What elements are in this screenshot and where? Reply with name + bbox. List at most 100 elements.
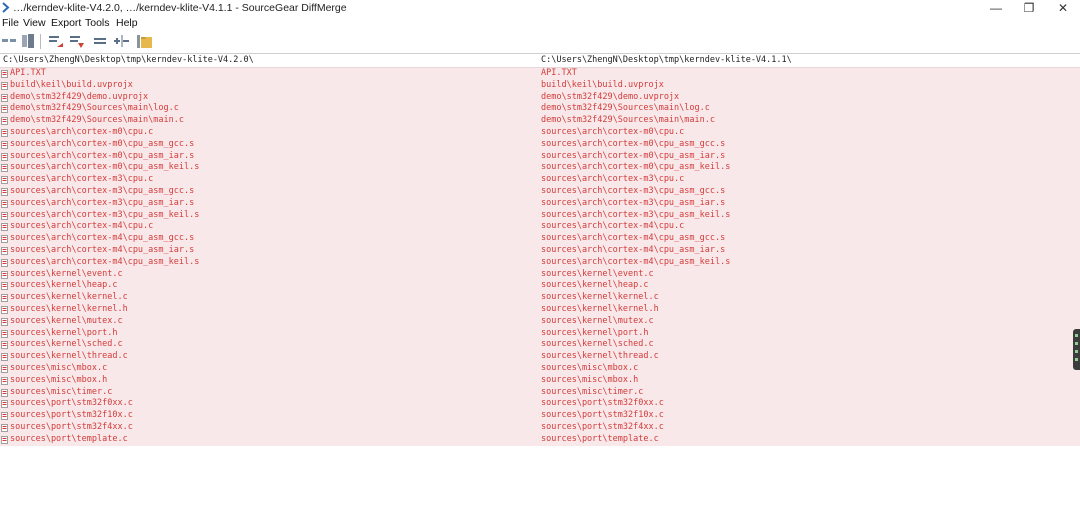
file-row[interactable]: sources\arch\cortex-m3\cpu_asm_iar.s [538, 198, 1080, 210]
file-row[interactable]: sources\arch\cortex-m4\cpu_asm_gcc.s [538, 233, 1080, 245]
file-path: sources\arch\cortex-m4\cpu.c [541, 221, 685, 232]
file-row[interactable]: sources\kernel\sched.c [0, 339, 538, 351]
compare-mode-icon[interactable] [1, 33, 17, 49]
file-path: sources\kernel\heap.c [10, 280, 118, 291]
file-row[interactable]: sources\arch\cortex-m3\cpu_asm_keil.s [0, 210, 538, 222]
file-row[interactable]: sources\arch\cortex-m3\cpu.c [538, 174, 1080, 186]
file-row[interactable]: sources\arch\cortex-m4\cpu_asm_gcc.s [0, 233, 538, 245]
file-row[interactable]: sources\arch\cortex-m3\cpu_asm_gcc.s [0, 186, 538, 198]
file-row[interactable]: sources\port\stm32f10x.c [0, 410, 538, 422]
file-diff-icon [1, 306, 8, 314]
file-row[interactable]: demo\stm32f429\Sources\main\log.c [0, 103, 538, 115]
file-path: sources\arch\cortex-m0\cpu.c [541, 126, 685, 137]
file-row[interactable]: sources\misc\mbox.h [0, 375, 538, 387]
next-change-icon[interactable] [69, 33, 85, 49]
file-row[interactable]: sources\arch\cortex-m4\cpu_asm_keil.s [0, 257, 538, 269]
menu-tools[interactable]: Tools [85, 17, 110, 30]
file-row[interactable]: sources\arch\cortex-m0\cpu.c [538, 127, 1080, 139]
file-row[interactable]: sources\kernel\mutex.c [538, 316, 1080, 328]
file-row[interactable]: sources\kernel\heap.c [538, 280, 1080, 292]
file-path: sources\kernel\event.c [541, 268, 654, 279]
file-row[interactable]: API.TXT [0, 68, 538, 80]
file-row[interactable]: sources\kernel\heap.c [0, 280, 538, 292]
file-path: sources\arch\cortex-m4\cpu_asm_gcc.s [541, 233, 726, 244]
maximize-button[interactable]: ❐ [1012, 0, 1046, 16]
file-row[interactable]: sources\arch\cortex-m4\cpu.c [538, 221, 1080, 233]
file-row[interactable]: sources\kernel\thread.c [538, 351, 1080, 363]
file-row[interactable]: sources\misc\mbox.c [0, 363, 538, 375]
scrollbar-grip[interactable] [1073, 329, 1080, 370]
file-row[interactable]: sources\kernel\event.c [0, 269, 538, 281]
file-row[interactable]: sources\arch\cortex-m3\cpu.c [0, 174, 538, 186]
file-row[interactable]: sources\misc\timer.c [538, 387, 1080, 399]
file-row[interactable]: sources\kernel\mutex.c [0, 316, 538, 328]
file-row[interactable]: sources\kernel\sched.c [538, 339, 1080, 351]
file-path: sources\arch\cortex-m4\cpu_asm_iar.s [10, 244, 195, 255]
file-row[interactable]: sources\port\stm32f10x.c [538, 410, 1080, 422]
folder-view-icon[interactable] [20, 33, 36, 49]
file-row[interactable]: sources\port\template.c [0, 434, 538, 446]
menu-view[interactable]: View [23, 17, 46, 30]
file-row[interactable]: sources\arch\cortex-m0\cpu_asm_gcc.s [538, 139, 1080, 151]
file-row[interactable]: demo\stm32f429\Sources\main\main.c [538, 115, 1080, 127]
diff-panes: C:\Users\ZhengN\Desktop\tmp\kerndev-klit… [0, 53, 1080, 447]
file-row[interactable]: sources\misc\mbox.c [538, 363, 1080, 375]
file-row[interactable]: sources\port\stm32f4xx.c [538, 422, 1080, 434]
file-row[interactable]: sources\arch\cortex-m0\cpu_asm_iar.s [0, 151, 538, 163]
file-row[interactable]: sources\arch\cortex-m0\cpu.c [0, 127, 538, 139]
file-row[interactable]: sources\arch\cortex-m3\cpu_asm_keil.s [538, 210, 1080, 222]
menu-export[interactable]: Export [51, 17, 81, 30]
file-row[interactable]: sources\arch\cortex-m3\cpu_asm_iar.s [0, 198, 538, 210]
file-row[interactable]: sources\misc\timer.c [0, 387, 538, 399]
file-row[interactable]: sources\kernel\port.h [538, 328, 1080, 340]
file-path: sources\kernel\kernel.c [541, 292, 659, 303]
file-path: sources\kernel\thread.c [541, 351, 659, 362]
file-row[interactable]: demo\stm32f429\Sources\main\main.c [0, 115, 538, 127]
file-row[interactable]: sources\port\template.c [538, 434, 1080, 446]
file-row[interactable]: sources\misc\mbox.h [538, 375, 1080, 387]
file-row[interactable]: sources\port\stm32f0xx.c [538, 398, 1080, 410]
menu-help[interactable]: Help [116, 17, 138, 30]
file-diff-icon [1, 294, 8, 303]
file-row[interactable]: sources\arch\cortex-m0\cpu_asm_keil.s [0, 162, 538, 174]
file-row[interactable]: sources\arch\cortex-m0\cpu_asm_gcc.s [0, 139, 538, 151]
file-diff-icon [1, 424, 8, 432]
file-path: build\keil\build.uvprojx [541, 79, 664, 90]
previous-change-icon[interactable] [48, 33, 64, 49]
file-row[interactable]: sources\arch\cortex-m4\cpu.c [0, 221, 538, 233]
file-row[interactable]: sources\kernel\kernel.c [538, 292, 1080, 304]
file-path: sources\kernel\heap.c [541, 280, 649, 291]
file-row[interactable]: demo\stm32f429\demo.uvprojx [538, 92, 1080, 104]
file-path: sources\misc\mbox.c [541, 362, 639, 373]
file-path: sources\arch\cortex-m0\cpu_asm_iar.s [10, 150, 195, 161]
file-row[interactable]: sources\arch\cortex-m0\cpu_asm_iar.s [538, 151, 1080, 163]
file-row[interactable]: sources\kernel\kernel.h [0, 304, 538, 316]
show-diff-icon[interactable] [113, 33, 131, 49]
file-row[interactable]: build\keil\build.uvprojx [538, 80, 1080, 92]
close-button[interactable]: ✕ [1046, 0, 1080, 16]
file-row[interactable]: API.TXT [538, 68, 1080, 80]
file-row[interactable]: sources\kernel\thread.c [0, 351, 538, 363]
file-row[interactable]: sources\arch\cortex-m4\cpu_asm_iar.s [0, 245, 538, 257]
file-row[interactable]: sources\arch\cortex-m0\cpu_asm_keil.s [538, 162, 1080, 174]
menu-file[interactable]: File [2, 17, 19, 30]
file-row[interactable]: demo\stm32f429\demo.uvprojx [0, 92, 538, 104]
left-pane-path: C:\Users\ZhengN\Desktop\tmp\kerndev-klit… [0, 54, 538, 68]
show-equal-icon[interactable] [92, 33, 108, 49]
file-row[interactable]: build\keil\build.uvprojx [0, 80, 538, 92]
file-row[interactable]: sources\port\stm32f4xx.c [0, 422, 538, 434]
file-row[interactable]: sources\kernel\kernel.c [0, 292, 538, 304]
file-row[interactable]: sources\kernel\port.h [0, 328, 538, 340]
folder-open-icon[interactable] [136, 33, 154, 49]
file-row[interactable]: sources\port\stm32f0xx.c [0, 398, 538, 410]
minimize-button[interactable]: — [979, 0, 1013, 16]
file-diff-icon [1, 353, 8, 362]
file-row[interactable]: demo\stm32f429\Sources\main\log.c [538, 103, 1080, 115]
file-row[interactable]: sources\arch\cortex-m3\cpu_asm_gcc.s [538, 186, 1080, 198]
toolbar [0, 31, 1080, 52]
file-row[interactable]: sources\kernel\event.c [538, 269, 1080, 281]
file-row[interactable]: sources\kernel\kernel.h [538, 304, 1080, 316]
file-row[interactable]: sources\arch\cortex-m4\cpu_asm_iar.s [538, 245, 1080, 257]
file-row[interactable]: sources\arch\cortex-m4\cpu_asm_keil.s [538, 257, 1080, 269]
file-path: sources\arch\cortex-m3\cpu_asm_keil.s [10, 209, 200, 220]
